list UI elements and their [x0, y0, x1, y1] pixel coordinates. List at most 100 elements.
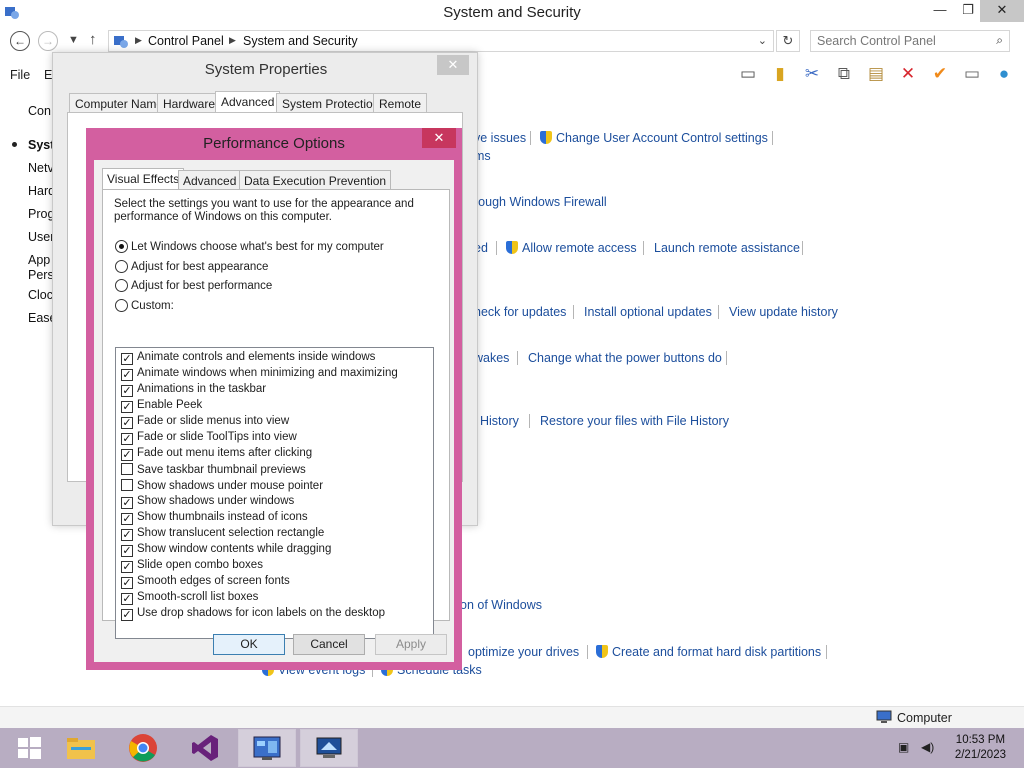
link-new-edition[interactable]: on of Windows	[460, 598, 542, 612]
link-install-optional-updates[interactable]: Install optional updates	[584, 305, 712, 319]
menu-file[interactable]: File	[10, 68, 30, 82]
link-create-partitions[interactable]: Create and format hard disk partitions	[596, 645, 821, 659]
checkbox-checked-icon: ✓	[121, 593, 133, 605]
checkbox-effect[interactable]: ✓ Fade or slide ToolTips into view	[121, 431, 297, 445]
clock[interactable]: 10:53 PM 2/21/2023	[955, 733, 1006, 763]
link-separator	[573, 305, 574, 319]
cancel-button[interactable]: Cancel	[293, 634, 365, 655]
address-row: ← → ▼ ↑ ▶ Control Panel ▶ System and Sec…	[0, 28, 1024, 54]
checkbox-effect[interactable]: ✓ Fade or slide menus into view	[121, 415, 289, 429]
sidebar-item-control-panel-home[interactable]: Con	[28, 104, 51, 118]
search-icon[interactable]: ⌕	[996, 33, 1003, 48]
checkmark-icon[interactable]: ✔	[928, 62, 952, 86]
tab-computer-name[interactable]: Computer Name	[69, 93, 170, 113]
minimize-button[interactable]: —	[926, 0, 954, 22]
checkbox-effect[interactable]: ✓ Slide open combo boxes	[121, 559, 263, 573]
up-arrow-icon[interactable]: ↑	[89, 31, 97, 48]
link-troubleshoot-issues[interactable]: ve issues	[474, 131, 526, 145]
taskbar-file-explorer[interactable]	[52, 729, 110, 767]
checkbox-effect[interactable]: ✓ Enable Peek	[121, 399, 202, 413]
link-optimize-drives[interactable]: optimize your drives	[468, 645, 579, 659]
checkbox-effect[interactable]: ✓ Show shadows under windows	[121, 495, 294, 509]
cut-icon[interactable]: ✂	[800, 62, 824, 86]
link-launch-remote-assistance[interactable]: Launch remote assistance	[654, 241, 800, 255]
delete-icon[interactable]: ✕	[896, 62, 920, 86]
breadcrumb-system-and-security[interactable]: System and Security	[243, 34, 358, 48]
properties-folder-icon[interactable]: ▮	[768, 62, 792, 86]
search-input[interactable]: Search Control Panel ⌕	[810, 30, 1010, 52]
link-power-buttons[interactable]: Change what the power buttons do	[528, 351, 722, 365]
checkbox-checked-icon: ✓	[121, 497, 133, 509]
checkbox-effect[interactable]: ✓ Show thumbnails instead of icons	[121, 511, 308, 525]
close-button[interactable]: ✕	[422, 128, 456, 148]
checkbox-effect[interactable]: ✓ Animate controls and elements inside wi…	[121, 351, 375, 365]
globe-icon[interactable]: ●	[992, 62, 1016, 86]
start-button[interactable]	[0, 729, 58, 767]
back-button[interactable]: ←	[10, 31, 30, 51]
checkbox-effect[interactable]: ✓ Use drop shadows for icon labels on the…	[121, 607, 385, 621]
breadcrumb-separator-icon[interactable]: ▶	[229, 35, 236, 46]
checkbox-effect[interactable]: ✓ Show translucent selection rectangle	[121, 527, 324, 541]
sidebar-item-appearance[interactable]: App	[28, 253, 50, 267]
taskbar-system-properties[interactable]	[300, 729, 358, 767]
tab-data-execution-prevention[interactable]: Data Execution Prevention	[239, 170, 392, 190]
taskbar-chrome[interactable]	[114, 729, 172, 767]
checkbox-effect[interactable]: ✓ Animate windows when minimizing and max…	[121, 367, 398, 381]
link-allow-remote-access[interactable]: Allow remote access	[506, 241, 637, 255]
address-dropdown-chevron-icon[interactable]: ⌄	[758, 34, 767, 47]
recent-pages-chevron-icon[interactable]: ▼	[68, 34, 79, 46]
close-button[interactable]: ✕	[437, 55, 469, 75]
link-require-password-wakes[interactable]: wakes	[474, 351, 509, 365]
window-title: System and Security	[443, 4, 581, 21]
link-check-for-updates[interactable]: heck for updates	[474, 305, 566, 319]
link-separator	[530, 131, 531, 145]
sidebar-item-personalization[interactable]: Pers	[28, 268, 54, 282]
address-bar[interactable]: ▶ Control Panel ▶ System and Security ⌄	[108, 30, 774, 52]
tab-hardware[interactable]: Hardware	[157, 93, 222, 113]
sidebar-item-user-accounts[interactable]: User	[28, 230, 54, 244]
maximize-button[interactable]: ❐	[954, 0, 982, 22]
forward-button[interactable]: →	[38, 31, 58, 51]
paste-icon[interactable]: ▤	[864, 62, 888, 86]
tab-visual-effects[interactable]: Visual Effects	[102, 168, 185, 190]
link-check-firewall[interactable]: rough Windows Firewall	[474, 195, 607, 209]
radio-custom[interactable]: Custom:	[115, 299, 174, 312]
sidebar-item-clock[interactable]: Cloc	[28, 288, 53, 302]
radio-let-windows-choose[interactable]: Let Windows choose what's best for my co…	[115, 240, 384, 253]
radio-best-appearance[interactable]: Adjust for best appearance	[115, 260, 268, 273]
tab-advanced[interactable]: Advanced	[178, 170, 242, 190]
apply-button[interactable]: Apply	[375, 634, 447, 655]
tab-system-protection[interactable]: System Protection	[276, 93, 386, 113]
breadcrumb-separator-icon[interactable]: ▶	[135, 35, 142, 46]
checkbox-effect[interactable]: ✓ Animations in the taskbar	[121, 383, 266, 397]
checkbox-effect[interactable]: Show shadows under mouse pointer	[121, 479, 323, 492]
sidebar-item-programs[interactable]: Prog	[28, 207, 54, 221]
checkbox-effect[interactable]: ✓ Show window contents while dragging	[121, 543, 331, 557]
checkbox-effect[interactable]: ✓ Smooth edges of screen fonts	[121, 575, 290, 589]
close-button[interactable]: ✕	[980, 0, 1024, 22]
rename-icon[interactable]: ▭	[960, 62, 984, 86]
link-uac-settings[interactable]: Change User Account Control settings	[540, 131, 768, 145]
tab-advanced[interactable]: Advanced	[215, 91, 281, 113]
breadcrumb-control-panel[interactable]: Control Panel	[148, 34, 224, 48]
volume-icon[interactable]: ◀)	[921, 740, 934, 754]
link-restore-file-history[interactable]: Restore your files with File History	[540, 414, 729, 428]
ok-button[interactable]: OK	[213, 634, 285, 655]
link-file-history[interactable]: History	[480, 414, 519, 428]
network-icon[interactable]: ▣	[898, 740, 909, 754]
checkbox-effect[interactable]: Save taskbar thumbnail previews	[121, 463, 306, 476]
sidebar-item-system-and-security[interactable]: Syst	[28, 138, 54, 152]
refresh-button[interactable]: ↻	[776, 30, 800, 52]
tab-remote[interactable]: Remote	[373, 93, 428, 113]
checkbox-effect[interactable]: ✓ Smooth-scroll list boxes	[121, 591, 258, 605]
checkbox-checked-icon: ✓	[121, 513, 133, 525]
link-view-update-history[interactable]: View update history	[729, 305, 838, 319]
visual-effects-list[interactable]: ✓ Animate controls and elements inside wi…	[115, 347, 434, 639]
radio-best-performance[interactable]: Adjust for best performance	[115, 279, 272, 292]
taskbar-visual-studio[interactable]	[176, 729, 234, 767]
checkbox-effect[interactable]: ✓ Fade out menu items after clicking	[121, 447, 312, 461]
copy-icon[interactable]: ⧉	[832, 62, 856, 86]
layout-icon[interactable]: ▭	[736, 62, 760, 86]
sidebar-item-network[interactable]: Netv	[28, 161, 54, 175]
taskbar-control-panel[interactable]	[238, 729, 296, 767]
